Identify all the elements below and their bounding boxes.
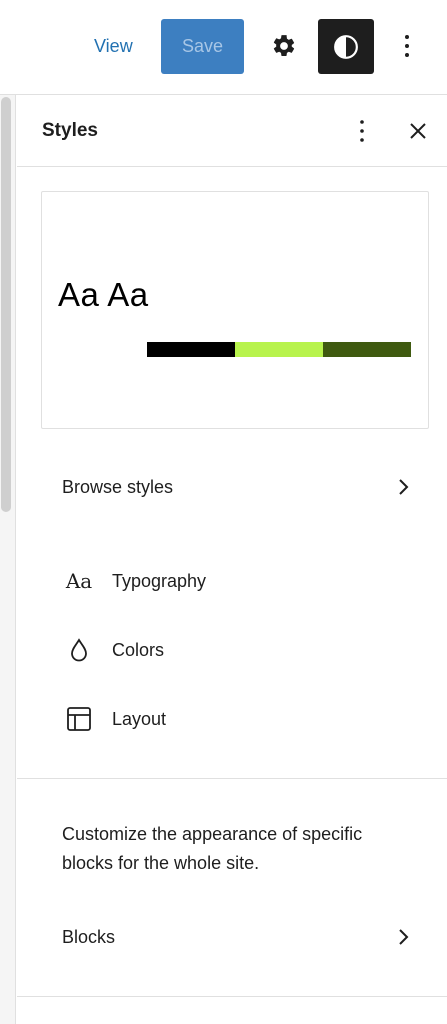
style-preview-card[interactable]: Aa Aa [41,191,429,429]
blocks-label: Blocks [62,926,116,947]
divider [17,778,447,779]
colors-item[interactable]: Colors [41,626,429,674]
chevron-right-icon [399,929,409,945]
close-icon [410,123,426,139]
preview-sample-text: Aa Aa [58,276,149,313]
blocks-item[interactable]: Blocks [41,909,429,965]
color-swatch-1 [147,342,235,357]
blocks-description: Customize the appearance of specific blo… [62,824,363,873]
layout-icon [64,704,94,734]
divider [17,996,447,997]
browse-styles-item[interactable]: Browse styles [41,459,429,515]
save-button[interactable]: Save [161,19,244,74]
view-link[interactable]: View [94,36,133,57]
color-swatch-3 [323,342,411,357]
browse-styles-label: Browse styles [62,476,174,497]
typography-item[interactable]: Aa Typography [41,557,429,605]
settings-button[interactable] [266,28,302,64]
scrollbar-thumb[interactable] [1,97,11,512]
editor-toolbar: View Save [0,0,447,95]
typography-label: Typography [112,570,207,591]
half-circle-contrast-icon [334,34,358,59]
panel-title: Styles [42,120,98,141]
layout-label: Layout [112,708,167,729]
color-swatch-2 [235,342,323,357]
vertical-ellipsis-icon [405,35,409,57]
styles-toggle-button[interactable] [318,19,374,74]
vertical-ellipsis-icon [360,120,364,142]
typography-icon: Aa [65,569,93,593]
droplet-icon [64,635,94,665]
editor-canvas-edge [0,95,16,1024]
colors-label: Colors [112,639,165,660]
options-menu-button[interactable] [392,28,422,64]
gear-icon [273,35,295,56]
chevron-right-icon [399,479,409,495]
styles-sidebar: Styles Aa Aa Browse styles Aa Typography… [17,95,447,1024]
panel-header: Styles [17,95,447,167]
panel-more-button[interactable] [348,115,376,147]
panel-close-button[interactable] [403,115,433,147]
layout-item[interactable]: Layout [41,695,429,743]
